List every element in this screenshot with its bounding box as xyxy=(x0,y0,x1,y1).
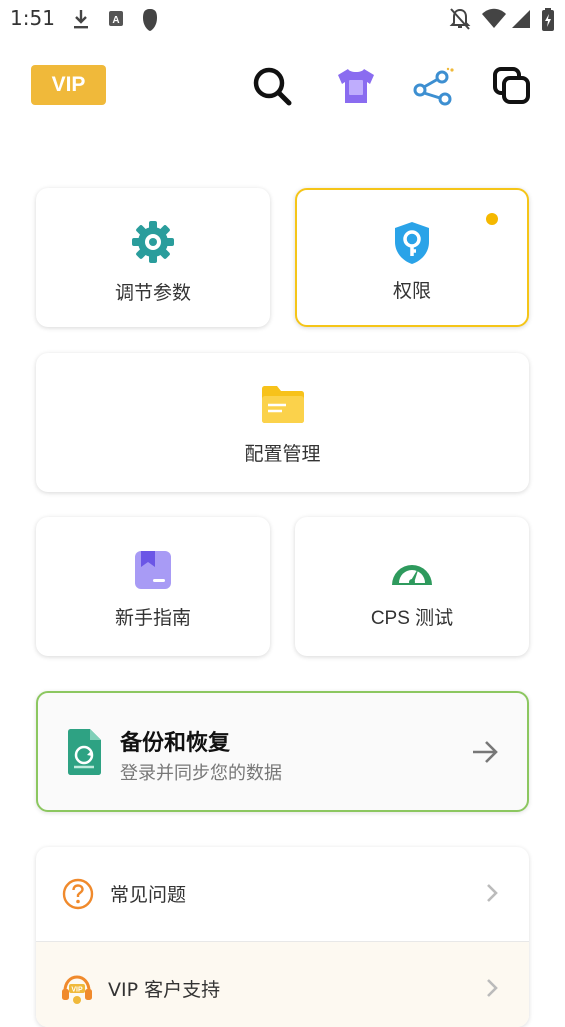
status-bar: 1:51 A xyxy=(0,0,565,40)
question-circle-icon xyxy=(62,878,94,914)
gear-icon xyxy=(129,218,177,270)
backup-subtitle: 登录并同步您的数据 xyxy=(120,763,282,784)
adjust-params-label: 调节参数 xyxy=(114,282,191,304)
arrow-right-icon[interactable] xyxy=(471,739,499,769)
copy-windows-icon[interactable] xyxy=(490,64,534,108)
config-management-tile[interactable]: 配置管理 xyxy=(36,353,529,492)
search-icon[interactable] xyxy=(250,64,294,108)
vip-support-label: VIP 客户支持 xyxy=(108,979,221,1001)
cps-test-label: CPS 测试 xyxy=(370,608,454,629)
shield-icon xyxy=(140,7,160,37)
key-shield-icon xyxy=(391,220,433,270)
faq-item[interactable]: 常见问题 xyxy=(36,847,529,941)
text-a-icon: A xyxy=(108,7,124,35)
status-time: 1:51 xyxy=(10,6,55,30)
backup-title: 备份和恢复 xyxy=(120,731,231,756)
vip-button[interactable]: VIP xyxy=(31,65,106,105)
speedometer-icon xyxy=(388,551,436,593)
sync-document-icon xyxy=(64,728,104,780)
help-list: 常见问题 VIP VIP 客户支持 xyxy=(36,847,529,1027)
faq-label: 常见问题 xyxy=(110,884,187,906)
backup-restore-card[interactable]: 备份和恢复 登录并同步您的数据 xyxy=(36,691,529,812)
top-bar: VIP xyxy=(0,56,565,116)
permission-label: 权限 xyxy=(392,280,431,302)
battery-charging-icon xyxy=(541,7,555,37)
cps-test-tile[interactable]: CPS 测试 xyxy=(295,517,529,656)
adjust-params-tile[interactable]: 调节参数 xyxy=(36,188,270,327)
download-icon xyxy=(72,7,90,35)
bell-off-icon xyxy=(449,7,471,35)
permission-tile[interactable]: 权限 xyxy=(295,188,529,327)
folder-icon xyxy=(260,383,306,429)
chevron-right-icon xyxy=(485,978,499,1002)
beginner-guide-label: 新手指南 xyxy=(114,607,191,629)
wifi-icon xyxy=(481,7,507,35)
signal-icon xyxy=(510,7,532,35)
vip-headset-icon: VIP xyxy=(60,973,94,1011)
vip-support-item[interactable]: VIP VIP 客户支持 xyxy=(36,942,529,1027)
beginner-guide-tile[interactable]: 新手指南 xyxy=(36,517,270,656)
svg-text:VIP: VIP xyxy=(71,987,83,994)
notification-dot xyxy=(486,213,498,225)
theme-shirt-icon[interactable] xyxy=(334,64,378,108)
share-icon[interactable] xyxy=(412,64,456,108)
config-management-label: 配置管理 xyxy=(244,443,321,465)
bookmark-book-icon xyxy=(133,549,173,595)
chevron-right-icon xyxy=(485,883,499,907)
svg-text:A: A xyxy=(112,15,119,26)
